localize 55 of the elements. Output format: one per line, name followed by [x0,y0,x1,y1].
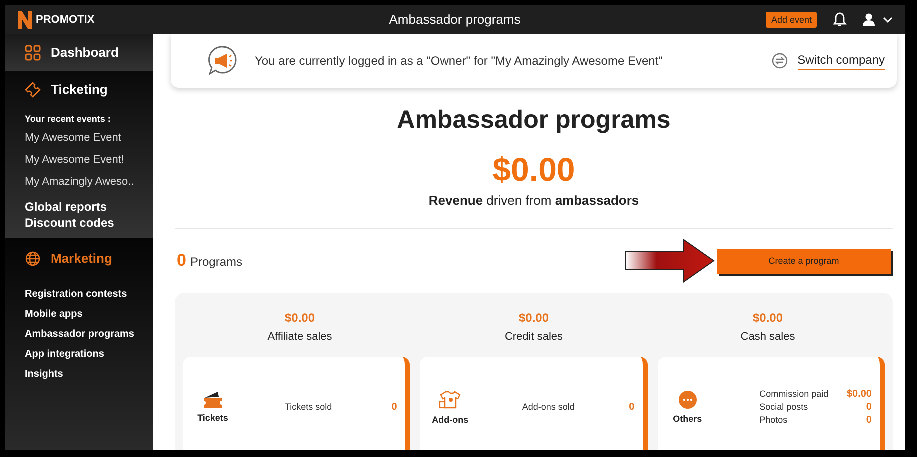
recent-events-label: Your recent events : [25,114,112,124]
recent-event-link[interactable]: My Awesome Event! [25,154,153,166]
sidebar-section[interactable]: Ticketing [5,71,153,108]
create-program-button[interactable]: Create a program [717,248,891,274]
sales-label: Cash sales [740,331,796,343]
metric-value: $0.00 [846,389,872,400]
ticket-icon [25,82,41,98]
sidebar-link[interactable]: Global reports [25,200,153,214]
notice-text: You are currently logged in as a "Owner" for "My Amazingly Awesome Event" [255,54,664,68]
shirt-icon [439,390,462,410]
grid-icon [25,44,41,60]
card-title: Tickets [198,413,228,423]
metric-value: 0 [866,415,872,426]
sidebar-item[interactable]: Registration contests [25,289,153,300]
recent-event-link[interactable]: My Awesome Event [25,132,153,144]
metric-label: Add-ons sold [522,402,575,413]
metric-value: 0 [866,402,872,413]
card-title: Others [673,414,702,424]
bell-icon[interactable] [833,12,847,27]
logo-text: PROMOTIX [36,14,95,26]
metric-label: Commission paid [760,389,829,400]
add-event-button[interactable]: Add event [766,12,817,28]
ticket-icon [202,392,224,408]
sales-amount: $0.00 [284,311,316,325]
page-title: Ambassador programs [388,12,522,27]
megaphone-icon [207,45,239,77]
recent-event-link[interactable]: My Amazingly Aweso.. [25,176,153,188]
revenue-caption: Revenue driven from ambassadors [428,193,640,208]
sidebar-item[interactable]: App integrations [25,349,153,360]
sales-amount: $0.00 [518,311,550,325]
sidebar-item[interactable]: Insights [25,369,153,380]
switch-company-link[interactable]: Switch company [798,52,885,70]
metric-value: 0 [629,402,635,413]
card-title: Add-ons [432,415,469,425]
globe-icon [25,250,41,266]
metric-label: Photos [760,415,788,426]
metric-label: Tickets sold [285,402,332,413]
programs-label: Programs [190,255,242,269]
logo-icon [17,10,33,30]
sales-label: Affiliate sales [268,331,332,343]
sales-label: Credit sales [504,331,564,343]
sidebar-section[interactable]: Marketing [5,240,153,277]
more-icon [678,391,697,409]
program-count: 0 [177,251,186,271]
metric-label: Social posts [760,402,808,413]
sales-amount: $0.00 [752,311,784,325]
user-icon[interactable] [863,12,893,26]
revenue-amount: $0.00 [492,151,576,189]
sidebar-item[interactable]: Ambassador programs [25,329,153,340]
sidebar-section[interactable]: Dashboard [5,34,153,71]
sidebar-link[interactable]: Discount codes [25,216,153,230]
sidebar-item[interactable]: Mobile apps [25,309,153,320]
page-heading: Ambassador programs [397,106,671,135]
metric-value: 0 [392,402,398,413]
swap-icon [772,53,788,69]
